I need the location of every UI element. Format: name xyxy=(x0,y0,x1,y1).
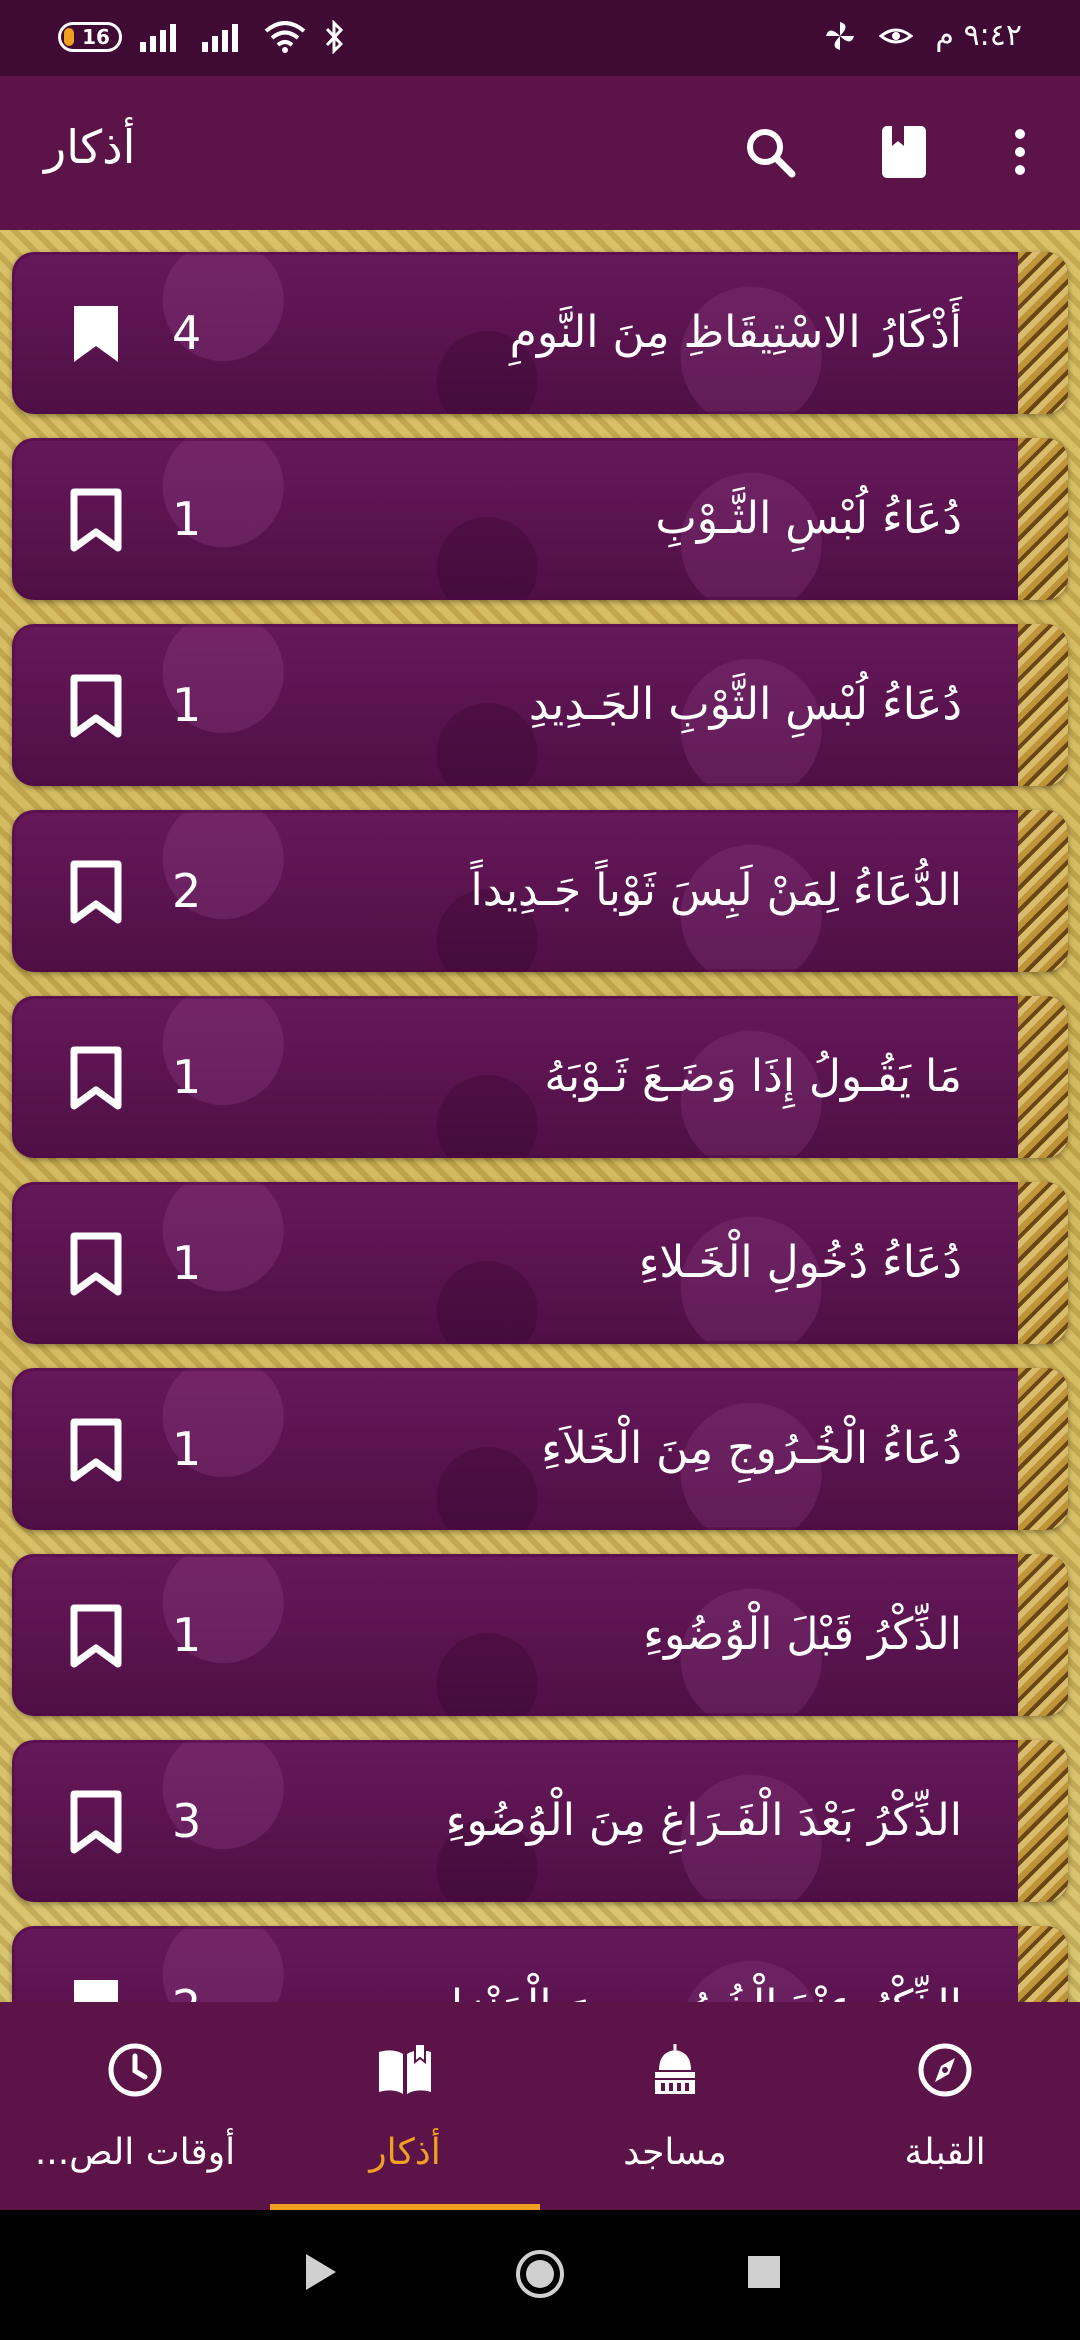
nav-adhkar[interactable]: أذكار xyxy=(270,2002,540,2210)
more-vert-icon[interactable] xyxy=(990,122,1050,182)
bookmark-icon[interactable] xyxy=(70,1046,122,1110)
status-icons-right: ٩:٤٢ م xyxy=(823,18,1022,53)
nav-mosques[interactable]: مساجد xyxy=(540,2002,810,2210)
nav-prayer-times[interactable]: أوقات الص... xyxy=(0,2002,270,2210)
list-item[interactable]: دُعَاءُ لُبْسِ الثَّـوْبِ 1 xyxy=(12,438,1068,600)
list-item-count: 1 xyxy=(172,1608,202,1662)
nav-qibla[interactable]: القبلة xyxy=(810,2002,1080,2210)
adhkar-list: أَذْكَارُ الاسْتِيقَاظِ مِنَ النَّومِ 4 دُ… xyxy=(0,230,1080,2002)
list-item-title: دُعَاءُ لُبْسِ الثَّـوْبِ xyxy=(655,493,962,544)
fan-icon xyxy=(826,21,855,50)
bookmark-icon[interactable] xyxy=(70,1604,122,1668)
notification-icon xyxy=(879,28,914,43)
list-item-count: 1 xyxy=(172,1050,202,1104)
battery-level: 16 xyxy=(82,25,110,49)
app-bar: أذكار xyxy=(0,76,1080,230)
clock-icon xyxy=(108,2043,162,2097)
nav-label: مساجد xyxy=(623,2132,727,2173)
list-item[interactable]: مَا يَقُـولُ إِذَا وَضَـعَ ثَـوْبَهُ 1 xyxy=(12,996,1068,1158)
list-item[interactable]: دُعَاءُ لُبْسِ الثَّوْبِ الجَـدِيدِ 1 xyxy=(12,624,1068,786)
bookmark-icon[interactable] xyxy=(70,1790,122,1854)
bookmark-icon[interactable] xyxy=(70,1976,122,2002)
bookmark-icon[interactable] xyxy=(70,488,122,552)
list-item[interactable]: الدُّعَاءُ لِمَنْ لَبِسَ ثَوْباً جَـدِيد… xyxy=(12,810,1068,972)
list-item-count: 2 xyxy=(172,1926,201,2002)
bookmark-icon[interactable] xyxy=(70,302,122,366)
list-item-title: الذِّكْرُ بَعْدَ الْفَـرَاغِ مِنَ الْوُض… xyxy=(445,1795,962,1846)
bookmark-icon[interactable] xyxy=(70,1418,122,1482)
list-item-title: الذِّكْرُ قَبْلَ الْوُضُوءِ xyxy=(643,1609,962,1660)
list-item[interactable]: دُعَاءُ الْخُـرُوجِ مِنَ الْخَلاَءِ 1 xyxy=(12,1368,1068,1530)
book-icon[interactable] xyxy=(874,122,934,182)
bluetooth-icon xyxy=(325,20,344,54)
home-icon[interactable] xyxy=(514,2248,566,2300)
list-item-count: 1 xyxy=(172,1422,202,1476)
bottom-navigation: أوقات الص... أذكار مساجد القبلة xyxy=(0,2002,1080,2210)
signal-icon xyxy=(140,24,176,52)
status-bar: 16 ٩:٤٢ م xyxy=(0,0,1080,76)
nav-label: أذكار xyxy=(369,2132,441,2173)
list-item[interactable]: الذِّكْرُ قَبْلَ الْوُضُوءِ 1 xyxy=(12,1554,1068,1716)
list-item[interactable]: الذِّكْرُ بَعْدَ الْفَـرَاغِ مِنَ الْوُض… xyxy=(12,1740,1068,1902)
nav-label: أوقات الص... xyxy=(34,2132,236,2173)
list-item[interactable]: الذِّكْرُ عِنْدَ الْخُـرُوجِ مِنَ الْمَن… xyxy=(12,1926,1068,2002)
list-item-count: 1 xyxy=(172,1236,202,1290)
list-item-count: 1 xyxy=(172,492,202,546)
list-item-title: مَا يَقُـولُ إِذَا وَضَـعَ ثَـوْبَهُ xyxy=(544,1051,962,1102)
bookmark-icon[interactable] xyxy=(70,1232,122,1296)
wifi-icon xyxy=(264,21,306,53)
list-item-count: 1 xyxy=(172,678,202,732)
list-item-title: دُعَاءُ دُخُولِ الْخَـلاءِ xyxy=(638,1237,962,1288)
bookmark-icon[interactable] xyxy=(70,860,122,924)
list-item-title: الذِّكْرُ عِنْدَ الْخُـرُوجِ مِنَ الْمَن… xyxy=(431,1926,962,2002)
list-item[interactable]: دُعَاءُ دُخُولِ الْخَـلاءِ 1 xyxy=(12,1182,1068,1344)
list-item[interactable]: أَذْكَارُ الاسْتِيقَاظِ مِنَ النَّومِ 4 xyxy=(12,252,1068,414)
list-item-count: 3 xyxy=(172,1794,202,1848)
system-navigation-bar xyxy=(0,2210,1080,2340)
back-icon[interactable] xyxy=(300,2250,340,2294)
status-time: ٩:٤٢ م xyxy=(935,18,1022,53)
bookmark-icon[interactable] xyxy=(70,674,122,738)
search-icon[interactable] xyxy=(740,122,800,182)
compass-icon xyxy=(918,2043,972,2097)
list-item-count: 2 xyxy=(172,864,202,918)
signal-icon xyxy=(202,24,238,52)
nav-label: القبلة xyxy=(904,2132,986,2173)
battery-icon: 16 xyxy=(58,22,122,52)
list-item-title: دُعَاءُ الْخُـرُوجِ مِنَ الْخَلاَءِ xyxy=(541,1423,962,1474)
status-icons-left: 16 xyxy=(58,20,346,54)
list-item-title: أَذْكَارُ الاسْتِيقَاظِ مِنَ النَّومِ xyxy=(509,307,962,358)
list-item-title: دُعَاءُ لُبْسِ الثَّوْبِ الجَـدِيدِ xyxy=(528,679,962,730)
list-item-title: الدُّعَاءُ لِمَنْ لَبِسَ ثَوْباً جَـدِيد… xyxy=(470,865,962,916)
book-open-icon xyxy=(379,2043,431,2094)
page-title: أذكار xyxy=(44,120,136,174)
list-item-count: 4 xyxy=(172,306,202,360)
recents-icon[interactable] xyxy=(746,2254,782,2290)
mosque-icon xyxy=(655,2044,695,2094)
